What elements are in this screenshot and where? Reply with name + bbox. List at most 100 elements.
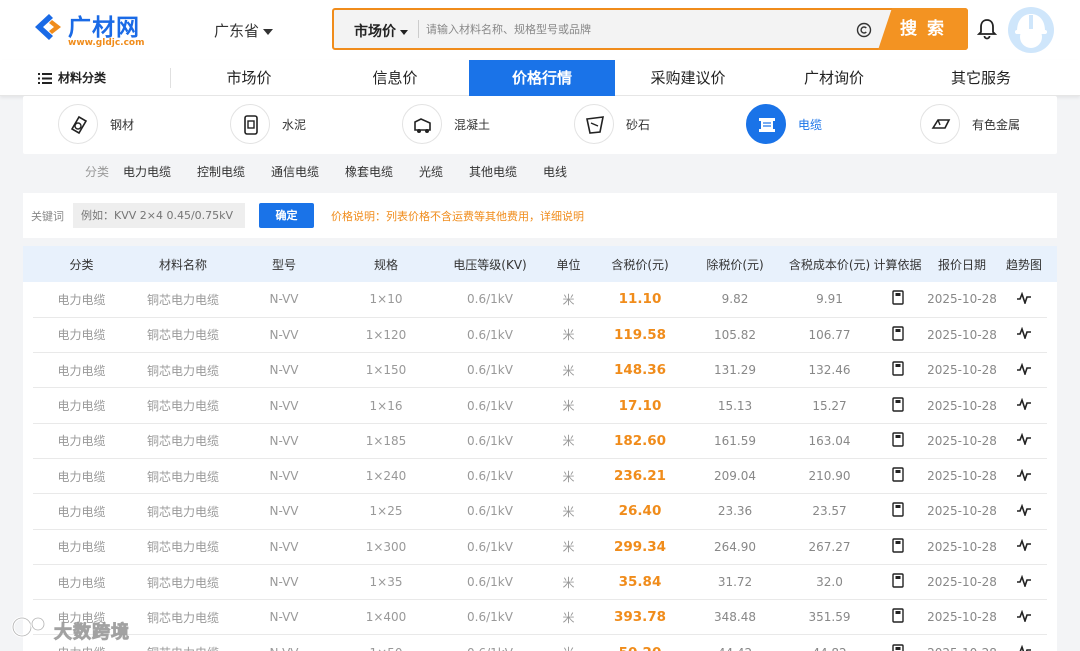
cell-trend[interactable] xyxy=(1001,387,1047,424)
trend-chart-icon[interactable] xyxy=(1016,291,1032,306)
subcategory-rubber-cable[interactable]: 橡套电缆 xyxy=(345,163,393,180)
province-selector[interactable]: 广东省 xyxy=(214,20,274,41)
cell-basis[interactable] xyxy=(872,634,923,651)
search-input[interactable] xyxy=(426,18,846,40)
cell-basis[interactable] xyxy=(872,599,923,636)
search-type-label: 市场价 xyxy=(354,24,396,40)
cell-model: N-VV xyxy=(236,634,332,651)
trend-chart-icon[interactable] xyxy=(1016,397,1032,412)
calc-basis-doc-icon[interactable] xyxy=(891,326,904,341)
cell-trend[interactable] xyxy=(1001,564,1047,601)
nav-tab-market-price[interactable]: 市场价 xyxy=(176,60,322,96)
calc-basis-doc-icon[interactable] xyxy=(891,290,904,306)
nav-tab-info-price[interactable]: 信息价 xyxy=(322,60,468,96)
trend-chart-icon[interactable] xyxy=(1016,433,1032,447)
cell-trend[interactable] xyxy=(1001,529,1047,565)
trend-chart-icon[interactable] xyxy=(1016,362,1032,377)
category-label: 砂石 xyxy=(626,118,651,132)
subcategory-optical-cable[interactable]: 光缆 xyxy=(419,163,443,180)
cell-basis[interactable] xyxy=(872,458,923,495)
calc-basis-doc-icon[interactable] xyxy=(891,573,904,588)
cell-basis[interactable] xyxy=(872,564,923,601)
subcategory-comm-cable[interactable]: 通信电缆 xyxy=(271,163,319,180)
cell-basis[interactable] xyxy=(872,529,923,565)
price-note-link[interactable]: 价格说明：列表价格不含运费等其他费用，详细说明 xyxy=(331,208,584,224)
cell-unit: 米 xyxy=(540,352,597,389)
cell-price-excl-tax: 348.48 xyxy=(683,599,787,636)
cell-trend[interactable] xyxy=(1001,493,1047,530)
cell-unit: 米 xyxy=(540,634,597,651)
cell-unit: 米 xyxy=(540,387,597,424)
subcategory-other-cable[interactable]: 其他电缆 xyxy=(469,163,517,180)
table-row: 电力电缆 铜芯电力电缆 N-VV 1×240 0.6/1kV 米 236.21 209.04 2… xyxy=(33,458,1047,495)
column-header: 规格 xyxy=(373,257,398,272)
calc-basis-doc-icon[interactable] xyxy=(891,643,904,651)
trend-chart-icon[interactable] xyxy=(1016,327,1032,341)
subcategory-control-cable[interactable]: 控制电缆 xyxy=(197,163,245,180)
search-type-dropdown[interactable]: 市场价 xyxy=(354,21,408,41)
cable-spool-icon xyxy=(746,104,786,144)
calc-basis-doc-icon[interactable] xyxy=(891,396,904,412)
nav-tab-inquiry[interactable]: 广材询价 xyxy=(761,60,907,96)
trend-chart-icon[interactable] xyxy=(1016,468,1032,483)
table-row: 电力电缆 铜芯电力电缆 N-VV 1×25 0.6/1kV 米 26.40 23.36 23.5… xyxy=(33,493,1047,530)
subcategory-wire[interactable]: 电线 xyxy=(543,163,567,180)
cell-trend[interactable] xyxy=(1001,317,1047,354)
calc-basis-doc-icon[interactable] xyxy=(891,361,904,376)
cell-cost-price: 106.77 xyxy=(787,317,872,354)
trend-chart-icon[interactable] xyxy=(1016,574,1032,589)
cell-spec: 1×25 xyxy=(332,493,440,530)
cell-basis[interactable] xyxy=(872,317,923,354)
category-menu-button[interactable]: 材料分类 xyxy=(38,69,106,86)
cell-material-name: 铜芯电力电缆 xyxy=(130,282,236,318)
cell-basis[interactable] xyxy=(872,423,923,459)
column-header: 分类 xyxy=(69,257,94,272)
cell-voltage: 0.6/1kV xyxy=(440,564,540,601)
bell-icon[interactable] xyxy=(977,18,997,40)
cell-basis[interactable] xyxy=(872,282,923,318)
trend-chart-icon[interactable] xyxy=(1016,644,1032,651)
calc-basis-doc-icon[interactable] xyxy=(891,538,904,553)
nav-tab-price-trend[interactable]: 价格行情 xyxy=(469,60,615,96)
calc-basis-doc-icon[interactable] xyxy=(891,467,904,482)
avatar[interactable] xyxy=(1008,7,1054,53)
cell-cost-price: 210.90 xyxy=(787,458,872,495)
cell-basis[interactable] xyxy=(872,493,923,530)
cell-price-tax: 26.40 xyxy=(597,493,683,530)
search-button[interactable]: 搜 索 xyxy=(878,8,968,50)
cell-basis[interactable] xyxy=(872,352,923,389)
trend-chart-icon[interactable] xyxy=(1016,609,1032,624)
cell-price-excl-tax: 31.72 xyxy=(683,564,787,601)
keyword-input[interactable] xyxy=(73,203,245,228)
keyword-confirm-button[interactable]: 确定 xyxy=(259,203,314,228)
trend-chart-icon[interactable] xyxy=(1016,503,1032,518)
column-header: 报价日期 xyxy=(937,257,986,272)
search-bar: 市场价 搜 索 xyxy=(332,8,968,50)
nav-tab-purchase-advice[interactable]: 采购建议价 xyxy=(615,60,761,96)
nav-divider xyxy=(170,68,171,88)
cell-basis[interactable] xyxy=(872,387,923,424)
cell-price-tax: 50.20 xyxy=(597,634,683,651)
calc-basis-doc-icon[interactable] xyxy=(891,432,904,447)
cell-trend[interactable] xyxy=(1001,634,1047,651)
cell-unit: 米 xyxy=(540,282,597,318)
cell-model: N-VV xyxy=(236,423,332,459)
cell-cost-price: 32.0 xyxy=(787,564,872,601)
cell-price-tax: 236.21 xyxy=(597,458,683,495)
cell-model: N-VV xyxy=(236,458,332,495)
cell-category: 电力电缆 xyxy=(33,564,130,601)
calc-basis-doc-icon[interactable] xyxy=(891,502,904,518)
cell-trend[interactable] xyxy=(1001,458,1047,495)
trend-chart-icon[interactable] xyxy=(1016,538,1032,553)
cell-price-tax: 11.10 xyxy=(597,282,683,318)
cell-trend[interactable] xyxy=(1001,599,1047,636)
site-logo[interactable]: 广材网 www.gldjc.com xyxy=(32,8,182,52)
cell-trend[interactable] xyxy=(1001,423,1047,459)
cell-date: 2025-10-28 xyxy=(923,423,1001,459)
calc-basis-doc-icon[interactable] xyxy=(891,608,904,624)
nav-tab-other-services[interactable]: 其它服务 xyxy=(908,60,1054,96)
cell-trend[interactable] xyxy=(1001,282,1047,318)
subcategory-power-cable[interactable]: 电力电缆 xyxy=(123,163,171,180)
cell-trend[interactable] xyxy=(1001,352,1047,389)
copyright-camera-icon[interactable] xyxy=(856,22,872,38)
